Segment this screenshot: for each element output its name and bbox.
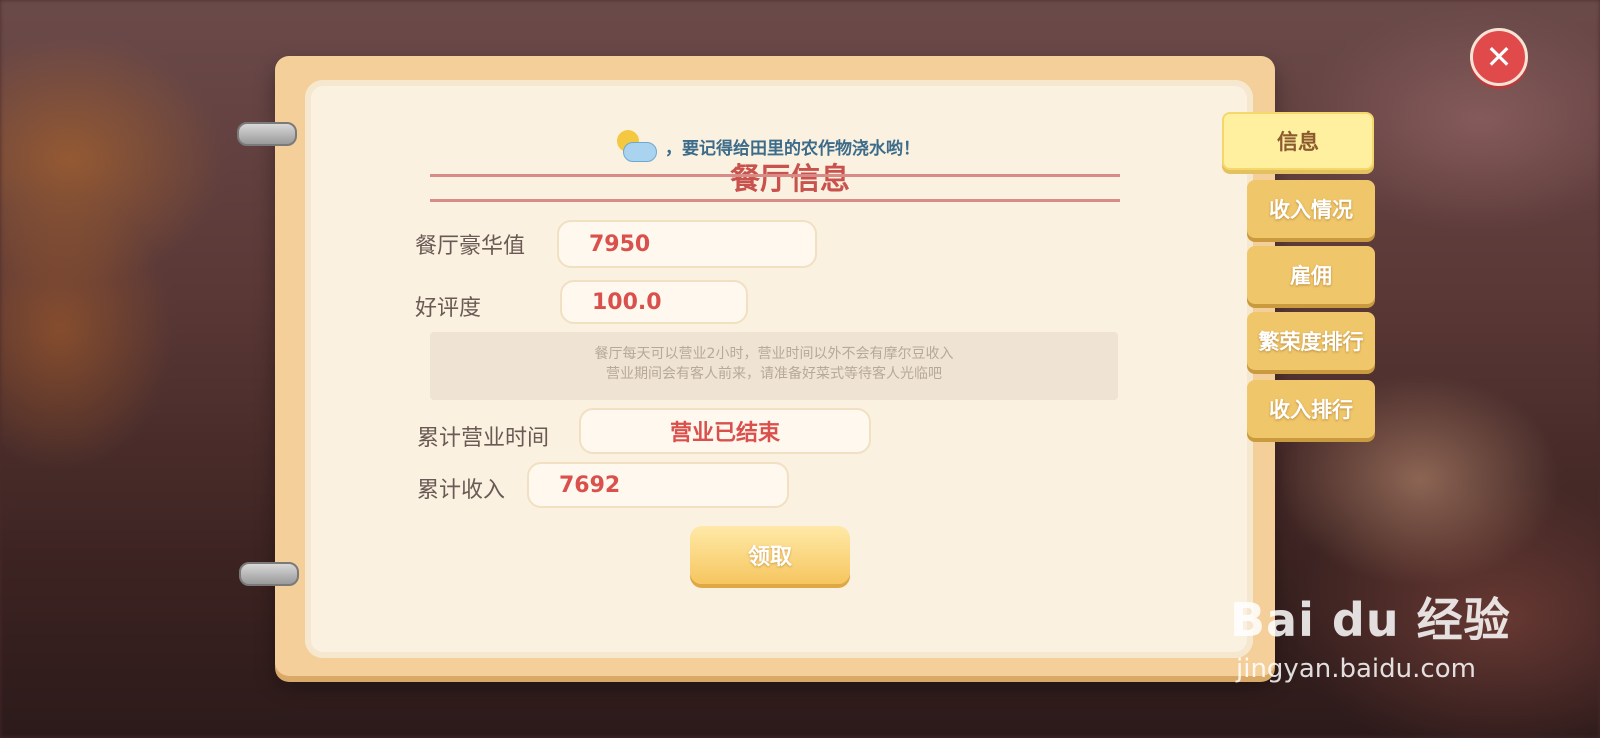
tab-income-status[interactable]: 收入情况 <box>1247 180 1375 238</box>
baidu-watermark: Bai du 经验 jingyan.baidu.com <box>1230 584 1511 684</box>
tab-income-ranking[interactable]: 收入排行 <box>1247 380 1375 438</box>
note-line-1: 餐厅每天可以营业2小时，营业时间以外不会有摩尔豆收入 <box>594 346 954 362</box>
hours-value-field: 营业已结束 <box>579 408 871 454</box>
luxury-value-field: 7950 <box>557 220 817 268</box>
luxury-label: 餐厅豪华值 <box>415 234 526 259</box>
tab-prosperity-ranking[interactable]: 繁荣度排行 <box>1247 312 1375 370</box>
income-value-field: 7692 <box>527 462 789 508</box>
income-label: 累计收入 <box>417 478 506 503</box>
restaurant-info-notebook: ，要记得给田里的农作物浇水哟！ 餐厅信息 餐厅豪华值 7950 好评度 100.… <box>237 56 1275 676</box>
binder-ring-bottom <box>239 562 299 586</box>
close-button[interactable]: ✕ <box>1470 28 1528 86</box>
title-divider-bottom <box>430 199 1120 202</box>
rating-label: 好评度 <box>415 296 482 321</box>
notebook-page: ，要记得给田里的农作物浇水哟！ 餐厅信息 餐厅豪华值 7950 好评度 100.… <box>305 80 1253 658</box>
note-line-2: 营业期间会有客人前来，请准备好菜式等待客人光临吧 <box>606 366 942 382</box>
business-hours-note: 餐厅每天可以营业2小时，营业时间以外不会有摩尔豆收入 营业期间会有客人前来，请准… <box>430 332 1118 400</box>
tab-hire[interactable]: 雇佣 <box>1247 246 1375 304</box>
claim-button[interactable]: 领取 <box>690 526 850 584</box>
title-divider-top <box>430 174 1120 177</box>
tab-info[interactable]: 信息 <box>1222 112 1374 170</box>
binder-ring-top <box>237 122 297 146</box>
hours-label: 累计营业时间 <box>417 426 550 451</box>
watermark-brand: Bai du 经验 <box>1230 593 1511 647</box>
sun-cloud-icon <box>615 128 657 164</box>
watermark-url: jingyan.baidu.com <box>1236 654 1476 684</box>
rating-value-field: 100.0 <box>560 280 748 324</box>
